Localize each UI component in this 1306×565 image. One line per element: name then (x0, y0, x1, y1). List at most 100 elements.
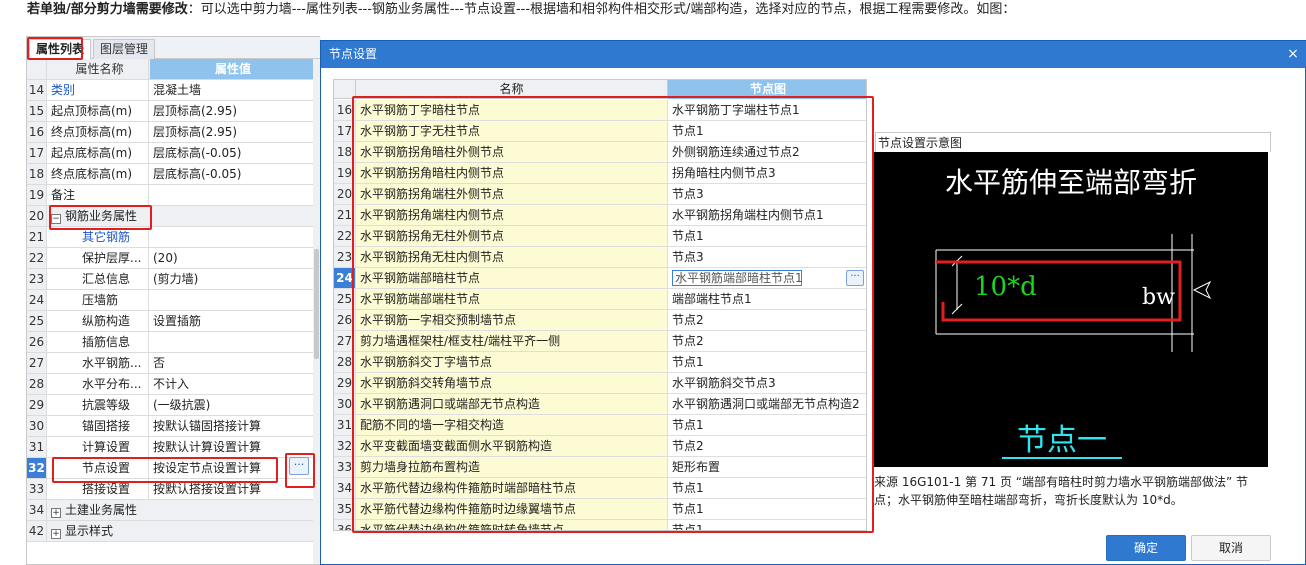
row-number: 23 (334, 247, 355, 267)
node-name-cell: 水平钢筋拐角暗柱外侧节点 (355, 142, 667, 162)
node-image-cell[interactable]: 节点2 (667, 331, 866, 351)
table-row[interactable]: 31 计算设置 按默认计算设置计算 (27, 437, 313, 458)
table-row[interactable]: 26 插筋信息 (27, 332, 313, 353)
node-image-cell[interactable]: 节点1 (667, 520, 866, 530)
node-name-cell: 水平筋代替边缘构件箍筋时端部暗柱节点 (355, 478, 667, 498)
table-row[interactable]: 33 搭接设置 按默认搭接设置计算 (27, 479, 313, 500)
table-row[interactable]: 18 水平钢筋拐角暗柱外侧节点 外侧钢筋连续通过节点2 (334, 142, 866, 163)
node-image-cell[interactable]: 节点1 (667, 499, 866, 519)
table-row[interactable]: 17 起点底标高(m) 层底标高(-0.05) (27, 143, 313, 164)
table-row[interactable]: 29 抗震等级 (一级抗震) (27, 395, 313, 416)
table-row[interactable]: 33 剪力墙身拉筋布置构造 矩形布置 (334, 457, 866, 478)
node-name-cell: 水平钢筋斜交丁字墙节点 (355, 352, 667, 372)
table-row[interactable]: 30 水平钢筋遇洞口或端部无节点构造 水平钢筋遇洞口或端部无节点构造2 (334, 394, 866, 415)
table-row[interactable]: 25 纵筋构造 设置插筋 (27, 311, 313, 332)
group-civil-properties[interactable]: 34 + 土建业务属性 (27, 500, 313, 521)
node-image-cell[interactable]: 节点1 (667, 352, 866, 372)
property-panel: 属性列表 图层管理 属性名称 属性值 14 类别 混凝土墙 15 起点顶标高(m) 层顶… (26, 36, 321, 565)
tab-property-list[interactable]: 属性列表 (29, 39, 92, 59)
node-name-cell: 水平钢筋拐角暗柱内侧节点 (355, 163, 667, 183)
node-image-cell[interactable]: 节点3 (667, 247, 866, 267)
node-image-cell[interactable]: 节点1 (667, 226, 866, 246)
node-image-cell[interactable]: 节点1 (667, 478, 866, 498)
table-row[interactable]: 30 锚固搭接 按默认锚固搭接计算 (27, 416, 313, 437)
expand-icon[interactable]: + (51, 508, 61, 518)
scrollbar-thumb[interactable] (314, 249, 319, 359)
node-name-cell: 配筋不同的墙一字相交构造 (355, 415, 667, 435)
node-settings-more-button[interactable]: ··· (289, 457, 309, 475)
row-node-settings[interactable]: 32 节点设置 按设定节点设置计算 (27, 458, 313, 479)
node-image-cell[interactable]: 节点1 (667, 121, 866, 141)
row-number: 29 (334, 373, 355, 393)
node-image-edit-field[interactable]: 水平钢筋端部暗柱节点1 (672, 270, 803, 286)
node-image-cell[interactable]: 外侧钢筋连续通过节点2 (667, 142, 866, 162)
table-row[interactable]: 16 水平钢筋丁字暗柱节点 水平钢筋丁字端柱节点1 (334, 100, 866, 121)
node-image-cell[interactable]: 水平钢筋遇洞口或端部无节点构造2 (667, 394, 866, 414)
table-row[interactable]: 21 水平钢筋拐角端柱内侧节点 水平钢筋拐角端柱内侧节点1 (334, 205, 866, 226)
group-rebar-properties[interactable]: 20− 钢筋业务属性 (27, 206, 313, 227)
table-row[interactable]: 19 水平钢筋拐角暗柱内侧节点 拐角暗柱内侧节点3 (334, 163, 866, 184)
instruction-rest: ：可以选中剪力墙---属性列表---钢筋业务属性---节点设置---根据墙和相邻… (187, 2, 1016, 17)
table-row[interactable]: 24 压墙筋 (27, 290, 313, 311)
node-image-cell[interactable]: 矩形布置 (667, 457, 866, 477)
table-row[interactable]: 31 配筋不同的墙一字相交构造 节点1 (334, 415, 866, 436)
node-image-cell[interactable]: 水平钢筋端部暗柱节点1 ··· (667, 268, 866, 288)
node-name-cell: 水平钢筋丁字暗柱节点 (355, 100, 667, 120)
ok-button[interactable]: 确定 (1106, 535, 1186, 561)
table-row[interactable]: 14 类别 混凝土墙 (27, 80, 313, 101)
group-display-style[interactable]: 42 + 显示样式 (27, 521, 313, 542)
table-row[interactable]: 36 水平筋代替边缘构件箍筋时转角墙节点 节点1 (334, 520, 866, 530)
table-row[interactable]: 28 水平分布... 不计入 (27, 374, 313, 395)
node-row-selected[interactable]: 24 水平钢筋端部暗柱节点 水平钢筋端部暗柱节点1 ··· (334, 268, 866, 289)
table-row[interactable]: 21 其它钢筋 (27, 227, 313, 248)
row-number: 20 (334, 184, 355, 204)
table-row[interactable]: 23 汇总信息 (剪力墙) (27, 269, 313, 290)
header-node-image: 节点图 (667, 80, 866, 99)
node-image-cell[interactable]: 节点2 (667, 310, 866, 330)
table-row[interactable]: 29 水平钢筋斜交转角墙节点 水平钢筋斜交节点3 (334, 373, 866, 394)
table-row[interactable]: 34 水平筋代替边缘构件箍筋时端部暗柱节点 节点1 (334, 478, 866, 499)
collapse-icon[interactable]: − (51, 214, 61, 224)
table-row[interactable]: 15 起点顶标高(m) 层顶标高(2.95) (27, 101, 313, 122)
table-row[interactable]: 27 剪力墙遇框架柱/框支柱/端柱平齐一侧 节点2 (334, 331, 866, 352)
node-image-cell[interactable]: 节点1 (667, 415, 866, 435)
node-image-cell[interactable]: 拐角暗柱内侧节点3 (667, 163, 866, 183)
node-name-cell: 水平筋代替边缘构件箍筋时边缘翼墙节点 (355, 499, 667, 519)
node-image-cell[interactable]: 节点3 (667, 184, 866, 204)
cancel-button[interactable]: 取消 (1191, 535, 1271, 561)
table-row[interactable]: 22 水平钢筋拐角无柱外侧节点 节点1 (334, 226, 866, 247)
table-row[interactable]: 25 水平钢筋端部端柱节点 端部端柱节点1 (334, 289, 866, 310)
node-grid: 名称 节点图 16 水平钢筋丁字暗柱节点 水平钢筋丁字端柱节点1 17 水平钢筋丁字无柱… (333, 79, 867, 531)
table-row[interactable]: 35 水平筋代替边缘构件箍筋时边缘翼墙节点 节点1 (334, 499, 866, 520)
table-row[interactable]: 22 保护层厚... (20) (27, 248, 313, 269)
node-image-cell[interactable]: 端部端柱节点1 (667, 289, 866, 309)
node-name-cell: 水平钢筋拐角无柱内侧节点 (355, 247, 667, 267)
table-row[interactable]: 32 水平变截面墙变截面侧水平钢筋构造 节点2 (334, 436, 866, 457)
table-row[interactable]: 26 水平钢筋一字相交预制墙节点 节点2 (334, 310, 866, 331)
node-image-cell[interactable]: 水平钢筋丁字端柱节点1 (667, 100, 866, 120)
expand-icon[interactable]: + (51, 529, 61, 539)
tab-layer-management[interactable]: 图层管理 (93, 39, 156, 59)
table-row[interactable]: 18 终点底标高(m) 层底标高(-0.05) (27, 164, 313, 185)
table-row[interactable]: 27 水平钢筋... 否 (27, 353, 313, 374)
table-row[interactable]: 16 终点顶标高(m) 层顶标高(2.95) (27, 122, 313, 143)
row-number: 33 (334, 457, 355, 477)
node-image-cell[interactable]: 水平钢筋拐角端柱内侧节点1 (667, 205, 866, 225)
table-row[interactable]: 19 备注 (27, 185, 313, 206)
node-diagram: 水平筋伸至端部弯折 10*d bw 节点一 (935, 166, 1212, 459)
node-name-cell: 水平钢筋拐角端柱外侧节点 (355, 184, 667, 204)
node-image-cell[interactable]: 节点2 (667, 436, 866, 456)
node-name-cell: 水平钢筋端部端柱节点 (355, 289, 667, 309)
close-icon[interactable]: × (1285, 41, 1301, 68)
row-number: 27 (334, 331, 355, 351)
node-image-cell[interactable]: 水平钢筋斜交节点3 (667, 373, 866, 393)
row-number: 34 (334, 478, 355, 498)
table-row[interactable]: 17 水平钢筋丁字无柱节点 节点1 (334, 121, 866, 142)
instruction-text: 若单独/部分剪力墙需要修改：可以选中剪力墙---属性列表---钢筋业务属性---… (0, 0, 1306, 30)
table-row[interactable]: 28 水平钢筋斜交丁字墙节点 节点1 (334, 352, 866, 373)
panel-scrollbar[interactable] (313, 59, 320, 564)
table-row[interactable]: 20 水平钢筋拐角端柱外侧节点 节点3 (334, 184, 866, 205)
node-image-more-button[interactable]: ··· (846, 270, 864, 286)
preview-heading: 水平筋伸至端部弯折 (945, 166, 1197, 199)
table-row[interactable]: 23 水平钢筋拐角无柱内侧节点 节点3 (334, 247, 866, 268)
